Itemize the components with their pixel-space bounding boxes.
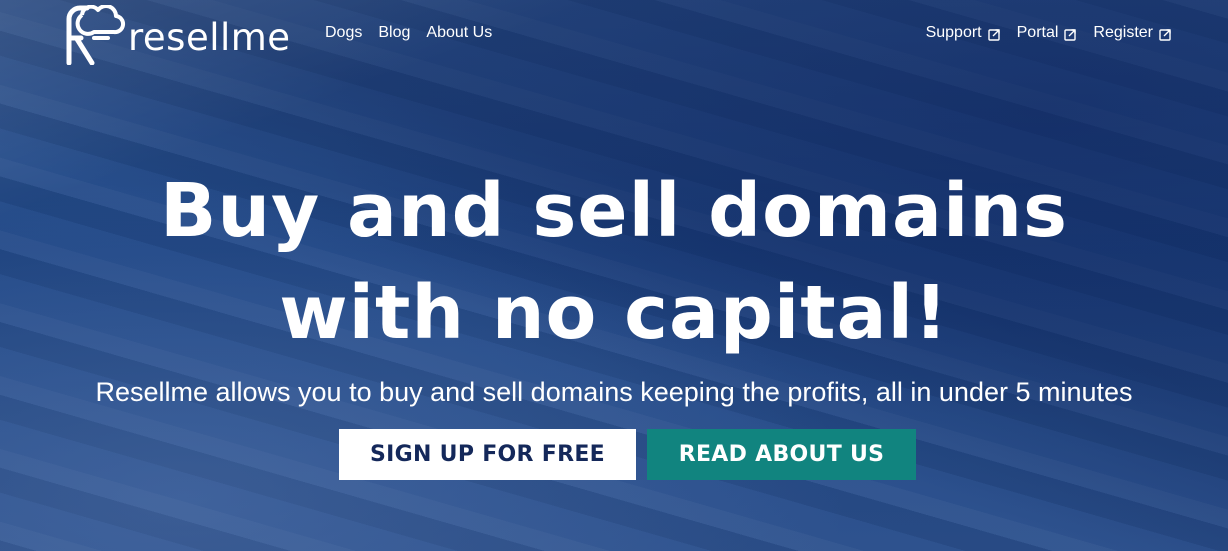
nav-link-blog[interactable]: Blog: [378, 24, 410, 42]
cloud-r-logo-icon: [66, 5, 126, 65]
read-about-us-button[interactable]: READ ABOUT US: [647, 429, 916, 480]
navbar: resellme Dogs Blog About Us Support Port…: [0, 0, 1228, 70]
nav-link-portal[interactable]: Portal: [1017, 24, 1078, 42]
nav-link-support[interactable]: Support: [926, 24, 1001, 42]
hero-headline-line1: Buy and sell domains: [159, 168, 1069, 254]
hero-subtitle: Resellme allows you to buy and sell doma…: [95, 377, 1133, 407]
external-link-icon: [1159, 29, 1171, 41]
external-link-icon: [987, 29, 1000, 41]
nav-link-register[interactable]: Register: [1093, 24, 1172, 42]
nav-link-portal-label: Portal: [1016, 24, 1059, 41]
nav-link-about-us[interactable]: About Us: [426, 24, 492, 42]
primary-nav: Dogs Blog About Us: [325, 24, 492, 42]
nav-link-support-label: Support: [925, 24, 982, 41]
brand-logo[interactable]: resellme: [64, 4, 291, 66]
hero-headline-line2: with no capital!: [279, 270, 949, 356]
sign-up-button[interactable]: SIGN UP FOR FREE: [339, 429, 636, 480]
external-link-icon: [1064, 29, 1077, 41]
hero-headline: Buy and sell domains with no capital!: [0, 160, 1228, 364]
cta-row: SIGN UP FOR FREE READ ABOUT US: [339, 429, 916, 480]
brand-name: resellme: [128, 15, 291, 59]
secondary-nav: Support Portal Register: [926, 24, 1172, 42]
nav-link-register-label: Register: [1093, 24, 1153, 41]
nav-link-dogs[interactable]: Dogs: [325, 24, 362, 42]
